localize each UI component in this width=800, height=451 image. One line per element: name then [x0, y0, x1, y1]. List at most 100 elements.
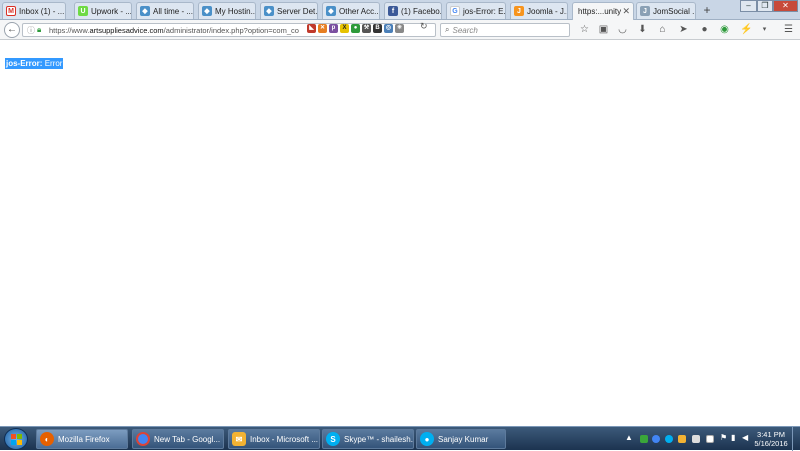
tab-other-accounts[interactable]: ◆ Other Acc... — [322, 2, 380, 19]
chrome-icon — [136, 432, 150, 446]
tray-app-icon[interactable] — [692, 435, 700, 443]
tab-label: jos-Error: E... — [463, 6, 506, 16]
clock-date: 5/16/2016 — [754, 439, 788, 448]
maximize-button[interactable]: ❐ — [757, 0, 773, 12]
taskbar-item-label: Mozilla Firefox — [58, 434, 110, 444]
tab-facebook[interactable]: f (1) Facebo... — [384, 2, 442, 19]
clock[interactable]: 3:41 PM 5/16/2016 — [754, 430, 788, 448]
url-prefix: https://www. — [49, 25, 90, 35]
upwork-icon: U — [78, 6, 88, 16]
firefox-icon: ◐ — [40, 432, 54, 446]
navigation-bar: ← ⓘ 🔒︎ https://www.artsuppliesadvice.com… — [0, 20, 800, 40]
lock-addon-icon[interactable]: ● — [351, 24, 360, 33]
taskbar-item-firefox[interactable]: ◐ Mozilla Firefox — [36, 429, 128, 449]
wand-icon[interactable]: ⚡ — [740, 23, 753, 36]
tab-label: My Hostin... — [215, 6, 256, 16]
taskbar-item-label: New Tab - Googl... — [154, 434, 221, 444]
url-domain: artsuppliesadvice.com — [89, 25, 164, 35]
network-signal-icon[interactable]: ▮ — [731, 433, 735, 442]
error-message: jos-Error: Error — [5, 58, 64, 69]
skype-chat-icon: ● — [420, 432, 434, 446]
skype-tray-icon[interactable] — [665, 435, 673, 443]
google-icon: G — [450, 6, 460, 16]
extension-icon[interactable]: ◉ — [718, 23, 731, 36]
addon-icon[interactable]: ✳ — [395, 24, 404, 33]
send-icon[interactable]: ➤ — [677, 23, 690, 36]
show-desktop-button[interactable] — [792, 427, 800, 451]
tab-label: Inbox (1) - ... — [19, 6, 65, 16]
page-icon: ◆ — [202, 6, 212, 16]
taskbar-item-label: Sanjay Kumar — [438, 434, 489, 444]
home-icon[interactable]: ⌂ — [656, 23, 669, 36]
tray-app-icon[interactable] — [640, 435, 648, 443]
chat-icon[interactable]: ● — [698, 23, 711, 36]
addon-icon[interactable]: ◣ — [307, 24, 316, 33]
tab-joomla[interactable]: J Joomla - J... — [510, 2, 568, 19]
tab-all-time[interactable]: ◆ All time - ... — [136, 2, 194, 19]
bookmark-star-icon[interactable]: ☆ — [578, 23, 591, 36]
tab-active-unity[interactable]: https:...unity ✕ — [572, 2, 634, 20]
page-icon: ◆ — [326, 6, 336, 16]
tab-label: Joomla - J... — [527, 6, 568, 16]
page-icon: ◆ — [264, 6, 274, 16]
page-icon: ◆ — [140, 6, 150, 16]
tab-jomsocial[interactable]: J JomSocial ... — [636, 2, 696, 19]
tab-label: Other Acc... — [339, 6, 380, 16]
tab-label: Upwork - ... — [91, 6, 132, 16]
search-bar[interactable]: ⌕ Search — [440, 23, 570, 37]
taskbar-item-label: Inbox - Microsoft ... — [250, 434, 319, 444]
tab-jos-error[interactable]: G jos-Error: E... — [446, 2, 506, 19]
back-button[interactable]: ← — [4, 22, 20, 38]
dropdown-icon[interactable]: ▾ — [758, 23, 771, 36]
joomla-icon: J — [514, 6, 524, 16]
lock-icon[interactable]: 🔒︎ — [37, 25, 41, 35]
start-button[interactable] — [4, 428, 28, 450]
close-tab-icon[interactable]: ✕ — [622, 6, 630, 17]
reload-icon[interactable]: ↻ — [420, 21, 428, 32]
download-icon[interactable]: ⬇ — [636, 23, 649, 36]
tab-my-hosting[interactable]: ◆ My Hostin... — [198, 2, 256, 19]
addon-icon[interactable]: ◎ — [384, 24, 393, 33]
pocket-icon[interactable]: ◡ — [616, 23, 629, 36]
gmail-icon: M — [6, 6, 16, 16]
show-hidden-icons-icon[interactable]: ▲ — [625, 433, 633, 442]
wrench-icon[interactable]: ⚒ — [362, 24, 371, 33]
tab-upwork[interactable]: U Upwork - ... — [74, 2, 132, 19]
chrome-tray-icon[interactable] — [652, 435, 660, 443]
taskbar-item-outlook[interactable]: ✉ Inbox - Microsoft ... — [228, 429, 320, 449]
addon-icon[interactable]: X — [340, 24, 349, 33]
tray-app-icon[interactable] — [706, 435, 714, 443]
close-window-button[interactable]: ✕ — [773, 0, 798, 12]
tray-app-icon[interactable] — [678, 435, 686, 443]
back-arrow-icon: ← — [7, 24, 17, 35]
search-icon: ⌕ — [445, 25, 450, 34]
error-text: Error — [44, 59, 63, 68]
flag-icon[interactable]: ⚑ — [720, 433, 727, 442]
tab-gmail[interactable]: M Inbox (1) - ... — [2, 2, 66, 19]
tab-server-details[interactable]: ◆ Server Det... — [260, 2, 318, 19]
hamburger-menu-icon[interactable]: ☰ — [782, 23, 795, 36]
facebook-icon: f — [388, 6, 398, 16]
tab-label: Server Det... — [277, 6, 318, 16]
php-addon-icon[interactable]: p — [329, 24, 338, 33]
info-icon[interactable]: ⓘ — [27, 25, 35, 36]
tab-label: JomSocial ... — [653, 6, 696, 16]
clipboard-icon[interactable]: ▣ — [597, 23, 610, 36]
windows-logo-icon — [11, 434, 22, 445]
minimize-button[interactable]: – — [740, 0, 757, 12]
taskbar-item-label: Skype™ - shailesh... — [344, 434, 414, 444]
tab-label: https:...unity — [578, 7, 622, 16]
bootstrap-icon[interactable]: B — [373, 24, 382, 33]
taskbar-item-skype-chat[interactable]: ● Sanjay Kumar — [416, 429, 506, 449]
url-text[interactable]: https://www.artsuppliesadvice.com/admini… — [49, 26, 309, 35]
new-tab-button[interactable]: + — [700, 2, 714, 18]
tab-strip: M Inbox (1) - ... U Upwork - ... ◆ All t… — [0, 0, 800, 20]
volume-icon[interactable]: ◀ — [742, 433, 748, 442]
tab-label: All time - ... — [153, 6, 194, 16]
clock-time: 3:41 PM — [757, 430, 785, 439]
taskbar-item-chrome[interactable]: New Tab - Googl... — [132, 429, 224, 449]
addon-icon[interactable]: ✕ — [318, 24, 327, 33]
tab-label: (1) Facebo... — [401, 6, 442, 16]
error-label: jos-Error: — [6, 59, 43, 68]
taskbar-item-skype[interactable]: S Skype™ - shailesh... — [322, 429, 414, 449]
